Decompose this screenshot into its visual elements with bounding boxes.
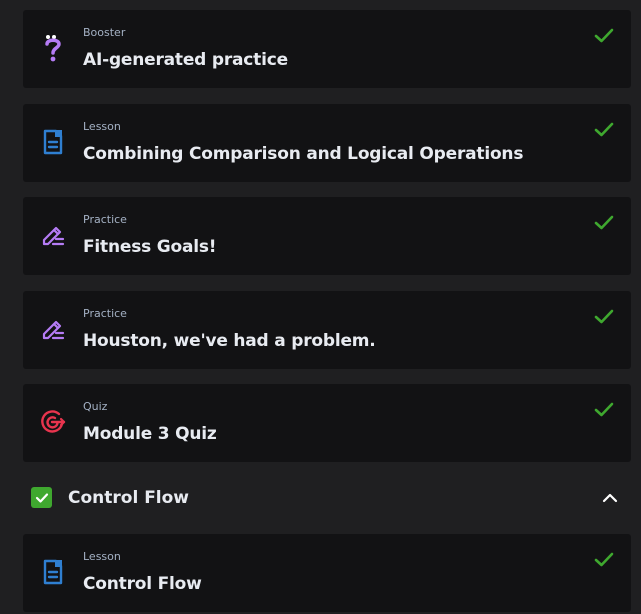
list-item-practice[interactable]: Practice Fitness Goals! (23, 197, 631, 275)
item-title: Fitness Goals! (83, 237, 217, 257)
list-item-lesson[interactable]: Lesson Control Flow (23, 534, 631, 612)
item-type-label: Quiz (83, 400, 108, 413)
item-type-label: Lesson (83, 550, 121, 563)
item-type-label: Booster (83, 26, 126, 39)
section-header-control-flow[interactable]: Control Flow (23, 475, 631, 521)
section-title: Control Flow (68, 488, 190, 508)
check-icon (594, 309, 614, 325)
item-title: Combining Comparison and Logical Operati… (83, 144, 524, 164)
lesson-document-icon (40, 129, 66, 155)
check-icon (594, 215, 614, 231)
item-title: Module 3 Quiz (83, 424, 217, 444)
lesson-document-icon (40, 559, 66, 585)
item-title: AI-generated practice (83, 50, 288, 70)
list-item-practice[interactable]: Practice Houston, we've had a problem. (23, 291, 631, 369)
list-item-quiz[interactable]: Quiz Module 3 Quiz (23, 384, 631, 462)
list-item-booster[interactable]: Booster AI-generated practice (23, 10, 631, 88)
check-icon (594, 28, 614, 44)
section-complete-checkbox-icon (31, 487, 52, 508)
item-type-label: Practice (83, 307, 127, 320)
module-content-list: Booster AI-generated practice Lesson Com… (0, 0, 641, 614)
practice-pencil-icon (40, 222, 66, 248)
check-icon (594, 402, 614, 418)
item-type-label: Lesson (83, 120, 121, 133)
booster-question-icon (40, 35, 66, 62)
quiz-target-icon (40, 409, 66, 435)
item-title: Houston, we've had a problem. (83, 331, 376, 351)
practice-pencil-icon (40, 316, 66, 342)
item-type-label: Practice (83, 213, 127, 226)
item-title: Control Flow (83, 574, 202, 594)
check-icon (594, 122, 614, 138)
check-icon (594, 552, 614, 568)
chevron-up-icon[interactable] (601, 489, 619, 507)
list-item-lesson[interactable]: Lesson Combining Comparison and Logical … (23, 104, 631, 182)
